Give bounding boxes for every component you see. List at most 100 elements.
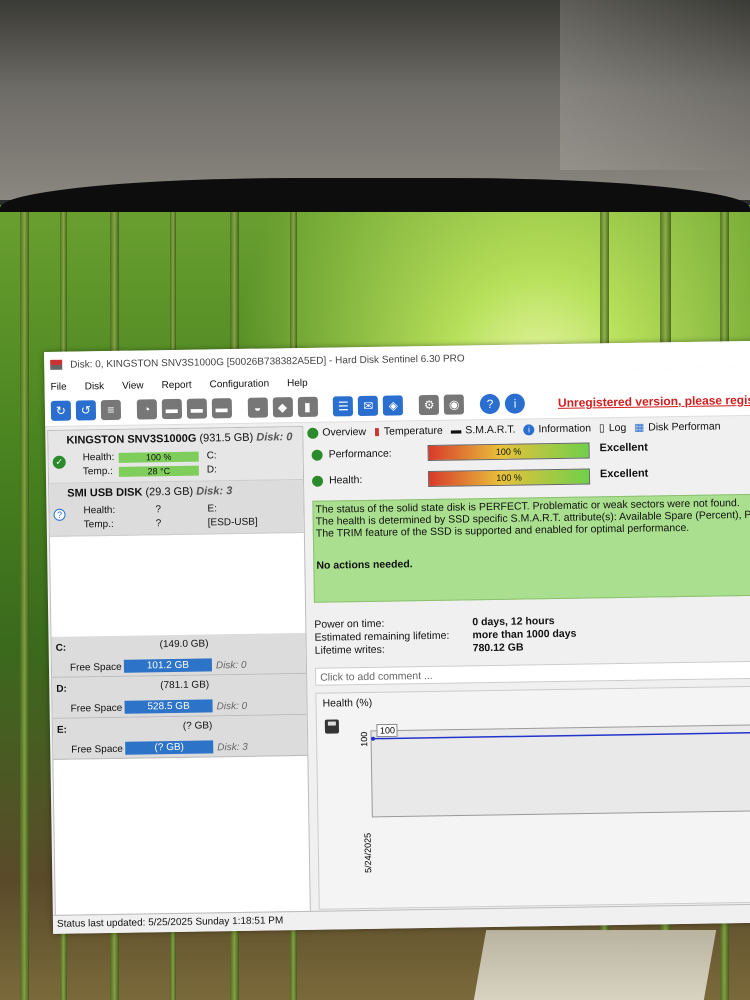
tab-temperature[interactable]: ▮ Temperature [374, 425, 443, 438]
menu-help[interactable]: Help [287, 377, 308, 388]
drive-item-c[interactable]: C: (149.0 GB) Free Space 101.2 GB Disk: … [51, 632, 307, 678]
disk-item-usb[interactable]: SMI USB DISK (29.3 GB) Disk: 3 ? Health:… [49, 479, 304, 537]
save-icon[interactable] [324, 719, 340, 734]
tab-log[interactable]: ▯ Log [599, 422, 626, 434]
info-icon[interactable]: i [504, 393, 526, 414]
help-icon[interactable]: ? [479, 393, 501, 415]
drive-letter: D: [206, 464, 217, 476]
tab-information[interactable]: i Information [523, 422, 591, 435]
unregistered-link[interactable]: Unregistered version, please registe [558, 393, 750, 410]
drive-item-d[interactable]: D: (781.1 GB) Free Space 528.5 GB Disk: … [52, 673, 307, 719]
drive-total: (? GB) [182, 720, 213, 732]
stat-label: Lifetime writes: [314, 643, 385, 657]
health-gauge: 100 % [427, 468, 591, 487]
free-space-value: 101.2 GB [146, 659, 190, 672]
disk-size: (29.3 GB) [145, 485, 194, 499]
tab-overview[interactable]: Overview [307, 426, 366, 439]
health-label: Health: [328, 474, 363, 487]
comment-field[interactable]: Click to add comment ... [314, 660, 750, 686]
health-value: ? [155, 504, 162, 516]
tab-label: Information [538, 422, 592, 436]
lock-icon[interactable]: ◒ [247, 397, 268, 418]
bamboo-stalk [20, 205, 29, 1000]
unknown-status-icon: ? [53, 508, 66, 521]
room-background [0, 0, 750, 200]
log-icon: ▯ [598, 422, 605, 435]
details-panel: Overview ▮ Temperature ▬ S.M.A.R.T. i Infor… [307, 416, 750, 913]
disk-test-icon[interactable]: ◔ [136, 399, 157, 420]
usb-icon[interactable]: ▮ [297, 396, 318, 418]
menu-file[interactable]: File [50, 381, 66, 392]
drive-label: [ESD-USB] [207, 516, 258, 529]
chart-title: Health (%) [322, 696, 373, 710]
menu-report[interactable]: Report [162, 379, 192, 390]
smart-icon: ▬ [450, 424, 462, 437]
health-value: 100 % [145, 452, 172, 463]
free-space-value: 528.5 GB [147, 700, 190, 713]
garden-path [473, 930, 717, 1000]
stat-value: 0 days, 12 hours [472, 615, 555, 629]
app-icon [50, 359, 63, 370]
health-bar: 100 % [118, 451, 199, 463]
disk-search-icon[interactable]: ▬ [211, 398, 232, 419]
drive-item-e[interactable]: E: (? GB) Free Space (? GB) Disk: 3 [52, 714, 308, 760]
drive-total: (149.0 GB) [159, 638, 209, 651]
free-space-label: Free Space [69, 661, 122, 674]
disk-size: (931.5 GB) [199, 431, 254, 445]
health-chart-panel: Health (%) 100 100 5/24/2025 [315, 685, 750, 910]
settings-icon[interactable]: ⚙ [419, 394, 440, 416]
drive-letter: E: [207, 503, 218, 515]
tab-label: Log [608, 421, 627, 435]
tab-label: Disk Performan [648, 420, 721, 434]
health-value: 100 % [496, 472, 522, 483]
free-space-label: Free Space [71, 743, 124, 756]
temp-label: Temp.: [82, 465, 113, 478]
tab-label: Overview [322, 425, 367, 439]
health-chart: 100 100 5/24/2025 [359, 723, 750, 873]
tab-disk-performance[interactable]: ▦ Disk Performan [634, 420, 720, 433]
stat-value: 780.12 GB [472, 641, 524, 655]
status-message: The status of the solid state disk is PE… [312, 493, 750, 603]
network-icon[interactable]: ◈ [383, 395, 404, 416]
info-icon: i [523, 423, 535, 435]
temp-label: Temp.: [83, 518, 114, 531]
mail-icon[interactable]: ✉ [358, 395, 379, 417]
health-label: Health: [83, 504, 116, 517]
tab-smart[interactable]: ▬ S.M.A.R.T. [451, 424, 516, 437]
temp-value: 28 °C [147, 466, 171, 477]
disk-number: Disk: 3 [196, 485, 233, 498]
y-tick-label: 100 [359, 732, 369, 747]
drive-letter: C: [55, 642, 67, 654]
report-icon[interactable]: ☰ [333, 396, 354, 417]
check-icon [311, 449, 323, 461]
ok-status-icon: ✓ [52, 455, 66, 469]
tab-label: S.M.A.R.T. [465, 423, 516, 437]
refresh-warning-icon[interactable]: ↺ [75, 400, 96, 421]
free-space-bar: 101.2 GB [123, 658, 213, 673]
menu-configuration[interactable]: Configuration [210, 378, 270, 390]
drive-letter: E: [56, 724, 68, 736]
menu-view[interactable]: View [122, 380, 144, 391]
health-verdict: Excellent [599, 467, 649, 481]
list-icon[interactable]: ≡ [100, 399, 121, 421]
app-window: Disk: 0, KINGSTON SNV3S1000G [50026B7383… [44, 340, 750, 934]
menu-disk[interactable]: Disk [85, 381, 105, 392]
performance-row: Performance: [311, 447, 392, 461]
performance-label: Performance: [328, 447, 392, 461]
check-icon [307, 427, 319, 439]
drive-letter: D: [56, 683, 67, 695]
free-space-value: (? GB) [154, 741, 185, 754]
drive-disk: Disk: 3 [217, 741, 248, 754]
data-label: 100 [380, 725, 395, 735]
window-light [560, 0, 750, 170]
window-title: Disk: 0, KINGSTON SNV3S1000G [50026B7383… [70, 352, 465, 371]
disk-item-kingston[interactable]: KINGSTON SNV3S1000G (931.5 GB) Disk: 0 ✓… [48, 426, 304, 484]
surface-test-icon[interactable]: ▬ [161, 398, 182, 420]
disk-ok-icon[interactable]: ▬ [186, 398, 207, 419]
refresh-icon[interactable]: ↻ [50, 400, 72, 421]
disk-name: SMI USB DISK [67, 486, 143, 500]
options-icon[interactable]: ◉ [444, 394, 465, 415]
tab-label: Temperature [383, 424, 443, 438]
performance-verdict: Excellent [599, 441, 648, 455]
disk-tools-icon[interactable]: ◆ [272, 397, 293, 418]
